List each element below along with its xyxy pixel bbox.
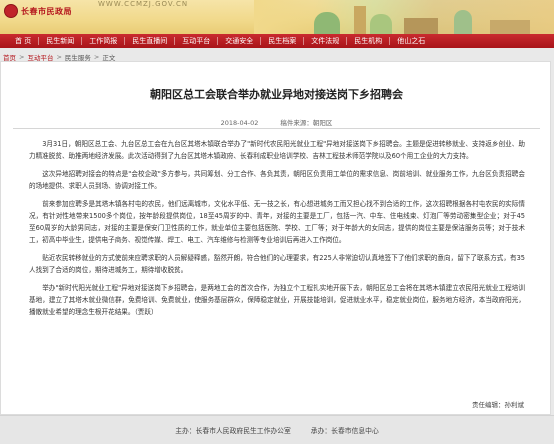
article-editor: 责任编辑：孙利斌 <box>472 399 524 409</box>
nav-item-agencies[interactable]: 民生机构 <box>347 36 389 46</box>
nav-item-home[interactable]: 首 页 <box>8 36 38 46</box>
article-paragraph: 举办"新时代阳光就业工程"异地对接送岗下乡招聘会，是两地工会的首次合作，为独立个… <box>29 284 525 316</box>
site-banner: 长春市民政局 WWW.CCMZJ.GOV.CN <box>0 0 554 34</box>
breadcrumb-separator: > <box>56 53 62 61</box>
nav-item-interactive[interactable]: 互动平台 <box>175 36 217 46</box>
nav-item-others[interactable]: 他山之石 <box>390 36 432 46</box>
article-paragraph: 前来参加应聘多是其塔木镇各村屯的农民，他们远离城市，文化水平低、无一技之长，有心… <box>29 200 525 244</box>
editor-name: 孙利斌 <box>504 401 525 409</box>
breadcrumb-separator: > <box>19 53 25 61</box>
footer-organizer: 承办：长春市信息中心 <box>310 427 379 435</box>
nav-item-archive[interactable]: 民生档案 <box>261 36 303 46</box>
nav-item-traffic[interactable]: 交通安全 <box>218 36 260 46</box>
main-nav: 首 页 民生新闻 工作简报 民生直播间 互动平台 交通安全 民生档案 文件法规 … <box>0 34 554 48</box>
article-paragraph: 贴近农民转移就业的方式使前来应聘求职的人员解疑释惑，豁然开朗，符合他们的心理要求… <box>29 254 525 274</box>
editor-label: 责任编辑： <box>472 401 505 409</box>
nav-item-live[interactable]: 民生直播间 <box>125 36 174 46</box>
nav-item-news[interactable]: 民生新闻 <box>39 36 81 46</box>
footer-host: 主办：长春市人民政府民生工作办公室 <box>175 427 291 435</box>
nav-item-regulations[interactable]: 文件法规 <box>304 36 346 46</box>
article-body: 3月31日，朝阳区总工会、九台区总工会在九台区其塔木镇联合举办了"新时代农民阳光… <box>29 138 525 324</box>
article-meta: 2018-04-02 稿件来源：朝阳区 <box>1 117 552 127</box>
article-paragraph: 3月31日，朝阳区总工会、九台区总工会在九台区其塔木镇联合举办了"新时代农民阳光… <box>29 140 525 160</box>
article-source: 稿件来源：朝阳区 <box>280 119 332 127</box>
site-logo-text: 长春市民政局 <box>21 5 72 16</box>
title-divider <box>13 128 540 129</box>
article-paragraph: 这次异地招聘对接会的特点是"会校企政"多方参与，共同筹划、分工合作、各负其责，朝… <box>29 170 525 190</box>
site-footer: 主办：长春市人民政府民生工作办公室 承办：长春市信息中心 <box>0 415 554 444</box>
site-url: WWW.CCMZJ.GOV.CN <box>98 0 189 8</box>
source-value: 朝阳区 <box>312 119 333 127</box>
article-panel: 朝阳区总工会联合举办就业异地对接送岗下乡招聘会 2018-04-02 稿件来源：… <box>0 61 551 415</box>
article-date: 2018-04-02 <box>220 119 259 127</box>
banner-scenery-image <box>254 0 554 34</box>
site-logo[interactable]: 长春市民政局 <box>4 4 72 18</box>
article-title: 朝阳区总工会联合举办就业异地对接送岗下乡招聘会 <box>150 88 403 101</box>
source-label: 稿件来源： <box>280 119 313 127</box>
nav-item-briefing[interactable]: 工作简报 <box>82 36 124 46</box>
emblem-icon <box>4 4 18 18</box>
breadcrumb-separator: > <box>93 53 100 61</box>
